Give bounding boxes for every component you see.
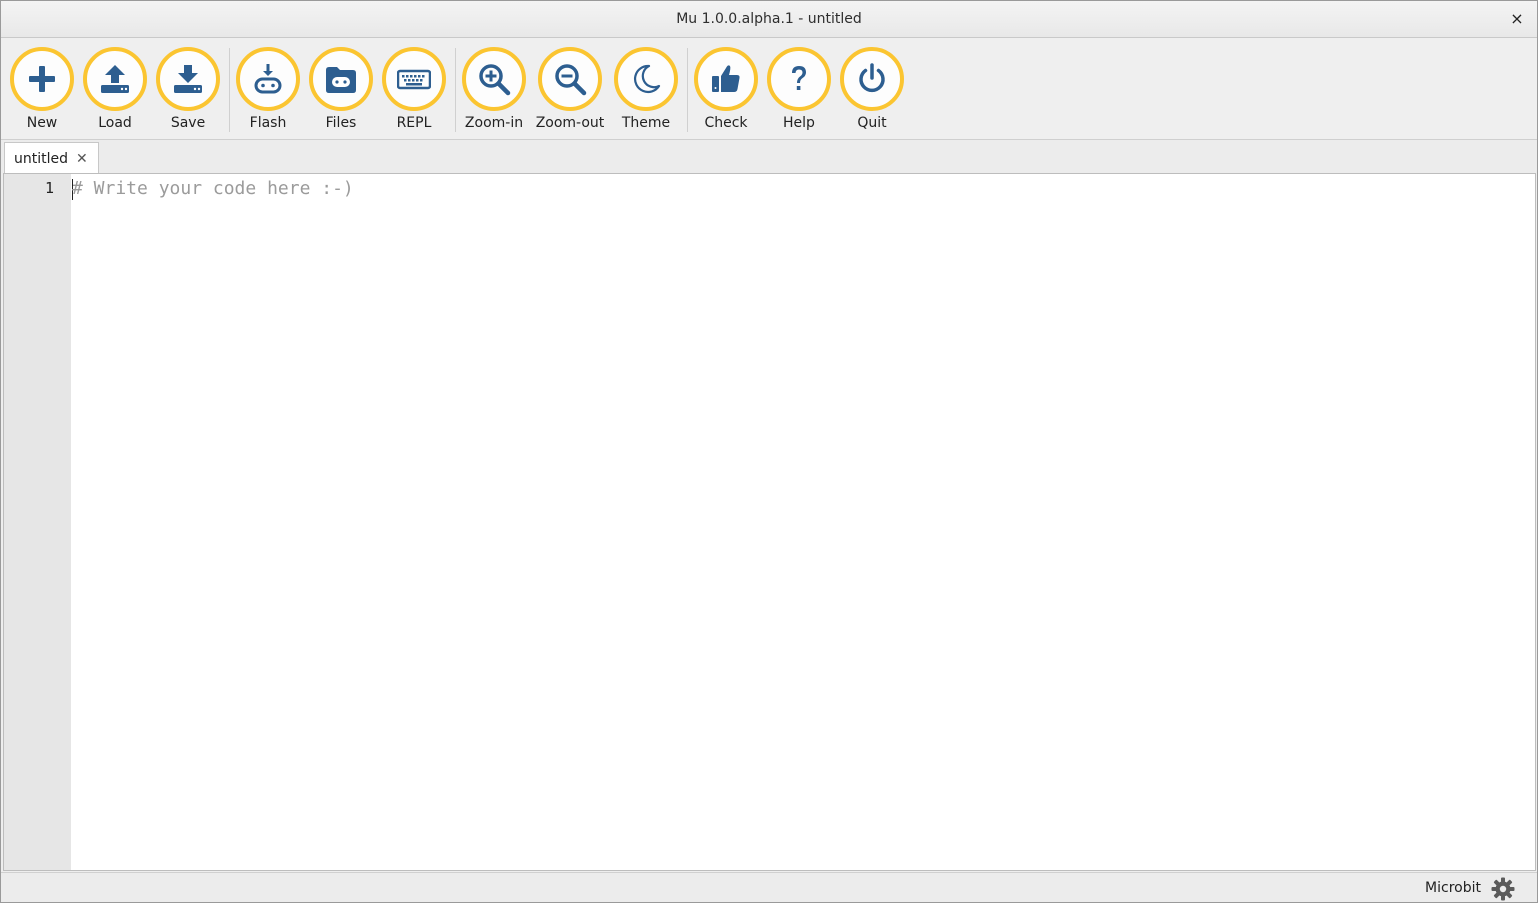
theme-button[interactable]: Theme xyxy=(610,46,682,136)
window-title: Mu 1.0.0.alpha.1 - untitled xyxy=(676,11,862,27)
download-icon xyxy=(174,65,202,93)
upload-icon xyxy=(101,65,129,93)
zoom-out-icon xyxy=(555,64,587,96)
repl-button-label: REPL xyxy=(396,115,432,131)
check-button[interactable]: Check xyxy=(690,46,762,136)
new-button[interactable]: New xyxy=(6,46,78,136)
tab-bar: untitled ✕ xyxy=(1,140,1537,174)
help-button[interactable]: Help xyxy=(763,46,835,136)
tab-close-icon[interactable]: ✕ xyxy=(76,151,88,167)
moon-icon xyxy=(634,64,661,93)
status-bar: Microbit xyxy=(1,872,1537,902)
folder-icon xyxy=(326,67,356,93)
zoom-out-button-ring xyxy=(538,47,602,111)
line-number-gutter: 1 xyxy=(4,174,71,870)
quit-button-ring xyxy=(840,47,904,111)
save-button-label: Save xyxy=(170,115,206,131)
mode-label[interactable]: Microbit xyxy=(1425,880,1481,896)
plus-icon xyxy=(29,66,55,92)
save-button-ring xyxy=(156,47,220,111)
question-icon xyxy=(792,66,806,90)
flash-button-ring xyxy=(236,47,300,111)
help-button-ring xyxy=(767,47,831,111)
power-icon xyxy=(859,63,885,93)
flash-microbit-icon xyxy=(254,64,282,94)
flash-button[interactable]: Flash xyxy=(232,46,304,136)
app-window: Mu 1.0.0.alpha.1 - untitled × New Load S… xyxy=(0,0,1538,903)
close-window-button[interactable]: × xyxy=(1507,9,1527,29)
toolbar: New Load Save Flash Files REPL Zoom-in Z… xyxy=(1,38,1537,140)
line-number: 1 xyxy=(44,179,54,197)
quit-button[interactable]: Quit xyxy=(836,46,908,136)
load-button[interactable]: Load xyxy=(79,46,151,136)
zoom-in-button-ring xyxy=(462,47,526,111)
quit-button-label: Quit xyxy=(857,115,887,131)
save-button[interactable]: Save xyxy=(152,46,224,136)
tab-untitled[interactable]: untitled ✕ xyxy=(4,142,99,174)
new-button-ring xyxy=(10,47,74,111)
load-button-ring xyxy=(83,47,147,111)
zoom-out-button[interactable]: Zoom-out xyxy=(534,46,606,136)
files-button[interactable]: Files xyxy=(305,46,377,136)
title-bar: Mu 1.0.0.alpha.1 - untitled × xyxy=(1,1,1537,38)
repl-button-ring xyxy=(382,47,446,111)
zoom-in-icon xyxy=(479,64,511,96)
tab-label: untitled xyxy=(14,150,69,167)
check-button-ring xyxy=(694,47,758,111)
code-line[interactable]: # Write your code here :-) xyxy=(72,178,354,199)
keyboard-icon xyxy=(397,69,431,90)
theme-button-label: Theme xyxy=(621,115,671,131)
gear-icon[interactable] xyxy=(1491,877,1515,901)
repl-button[interactable]: REPL xyxy=(378,46,450,136)
theme-button-ring xyxy=(614,47,678,111)
code-editor[interactable]: 1 # Write your code here :-) xyxy=(3,173,1536,871)
files-button-ring xyxy=(309,47,373,111)
thumbs-up-icon xyxy=(712,65,740,92)
zoom-in-button[interactable]: Zoom-in xyxy=(458,46,530,136)
